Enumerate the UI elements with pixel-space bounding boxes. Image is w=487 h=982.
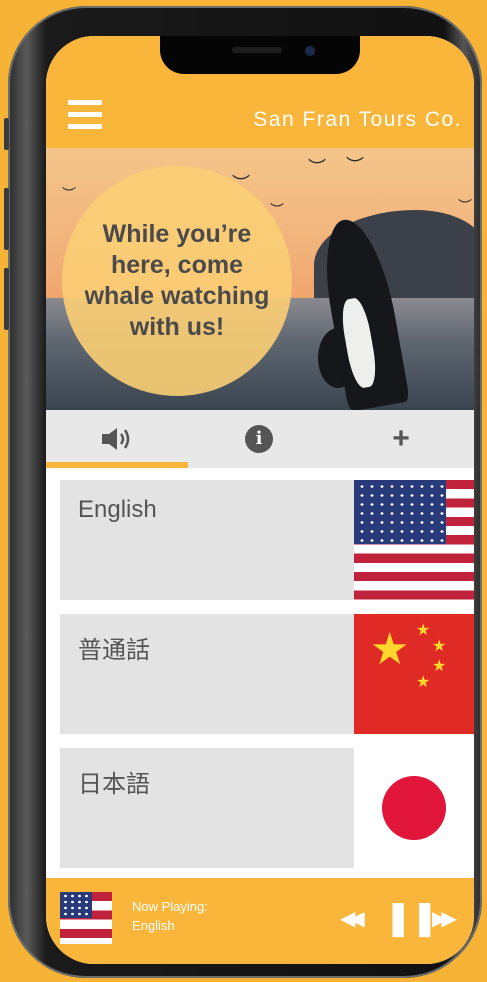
china-flag-icon: ★ ★ ★ ★ ★	[354, 614, 474, 734]
pause-button[interactable]: ❚❚	[384, 898, 439, 938]
bird-icon: ︶	[458, 198, 472, 214]
promo-headline: While you’re here, come whale watching w…	[84, 220, 270, 341]
volume-down-button	[4, 268, 9, 330]
promo-bubble: While you’re here, come whale watching w…	[62, 166, 292, 396]
hero-banner[interactable]: ︶ ︶ ︶ ︶ ︶ ︶ While you’re here, come whal…	[46, 148, 474, 410]
tab-info[interactable]: i	[188, 410, 330, 468]
language-label: 日本語	[78, 771, 150, 798]
app-screen: San Fran Tours Co. ︶ ︶ ︶ ︶ ︶ ︶ While you…	[46, 36, 474, 964]
plus-icon: +	[392, 422, 410, 455]
now-playing-bar: Now Playing: English ◀◀ ❚❚ ▶▶	[46, 878, 474, 964]
notch	[160, 36, 360, 74]
now-playing-label: Now Playing:	[132, 899, 208, 914]
earpiece	[232, 47, 282, 53]
flag-star: ★	[416, 674, 431, 691]
flag-star: ★	[432, 638, 447, 655]
language-item-english[interactable]: English	[60, 480, 474, 600]
japan-flag-sun	[382, 776, 446, 840]
usa-flag-canton	[354, 480, 446, 544]
flag-star: ★	[416, 622, 431, 639]
language-label: 普通話	[78, 637, 150, 664]
usa-flag-icon	[354, 480, 474, 600]
tab-add[interactable]: +	[330, 410, 472, 468]
bird-icon: ︶	[308, 158, 326, 178]
front-camera	[305, 46, 315, 56]
info-icon: i	[245, 425, 273, 453]
active-tab-indicator	[46, 462, 188, 468]
japan-flag-icon	[354, 748, 474, 868]
language-card: English	[60, 480, 354, 600]
language-item-japanese[interactable]: 日本語	[60, 748, 474, 868]
usa-flag-canton	[60, 892, 92, 918]
bird-icon: ︶	[346, 156, 364, 176]
now-playing-flag-icon	[60, 892, 112, 944]
now-playing-track: English	[132, 918, 175, 933]
tab-bar: i +	[46, 410, 474, 468]
fast-forward-button[interactable]: ▶▶	[432, 906, 457, 931]
phone-frame: San Fran Tours Co. ︶ ︶ ︶ ︶ ︶ ︶ While you…	[4, 6, 482, 978]
volume-up-button	[4, 188, 9, 250]
language-item-mandarin[interactable]: 普通話 ★ ★ ★ ★ ★	[60, 614, 474, 734]
speaker-icon	[102, 428, 130, 450]
mute-switch	[4, 118, 9, 150]
hamburger-menu-icon[interactable]	[68, 100, 102, 130]
flag-star: ★	[370, 625, 410, 674]
flag-star: ★	[432, 658, 447, 675]
tab-audio[interactable]	[46, 410, 188, 468]
brand-title: San Fran Tours Co.	[253, 108, 462, 131]
bird-icon: ︶	[62, 186, 76, 202]
rewind-button[interactable]: ◀◀	[340, 906, 365, 931]
language-label: English	[78, 496, 157, 523]
language-card: 日本語	[60, 748, 354, 868]
language-card: 普通話	[60, 614, 354, 734]
